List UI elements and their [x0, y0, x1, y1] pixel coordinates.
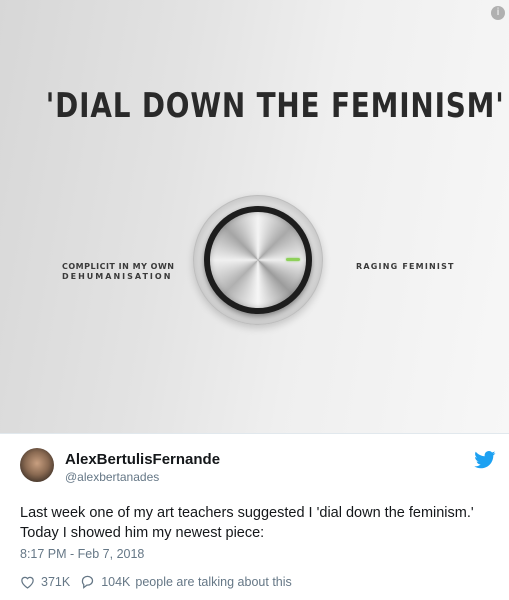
- like-count[interactable]: 371K: [41, 575, 70, 589]
- avatar[interactable]: [20, 448, 54, 482]
- tweet-text: Last week one of my art teachers suggest…: [20, 505, 474, 541]
- author-handle[interactable]: @alexbertanades: [65, 470, 159, 484]
- tweet-actions: 371K 104K people are talking about this: [20, 573, 292, 591]
- reply-count[interactable]: 104K: [101, 575, 130, 589]
- talking-about-label[interactable]: people are talking about this: [135, 575, 291, 589]
- dial-label-max: RAGING FEMINIST: [356, 262, 455, 271]
- heart-icon[interactable]: [20, 575, 35, 589]
- artwork-title: 'DIAL DOWN THE FEMINISM': [45, 86, 505, 126]
- author-display-name[interactable]: AlexBertulisFernande: [65, 451, 220, 468]
- dial-indicator: [286, 258, 300, 261]
- tweet-timestamp[interactable]: 8:17 PM - Feb 7, 2018: [20, 547, 144, 561]
- divider: [0, 433, 509, 434]
- info-icon[interactable]: i: [491, 6, 505, 20]
- dial-label-min-line2: DEHUMANISATION: [62, 272, 173, 281]
- dial-label-min-line1: COMPLICIT IN MY OWN: [62, 262, 175, 271]
- dial-label-min: COMPLICIT IN MY OWN DEHUMANISATION: [62, 262, 174, 282]
- twitter-bird-icon[interactable]: [474, 451, 496, 469]
- reply-icon[interactable]: [80, 575, 95, 589]
- tweet-media-image[interactable]: i 'DIAL DOWN THE FEMINISM' COMPLICIT IN …: [0, 0, 509, 433]
